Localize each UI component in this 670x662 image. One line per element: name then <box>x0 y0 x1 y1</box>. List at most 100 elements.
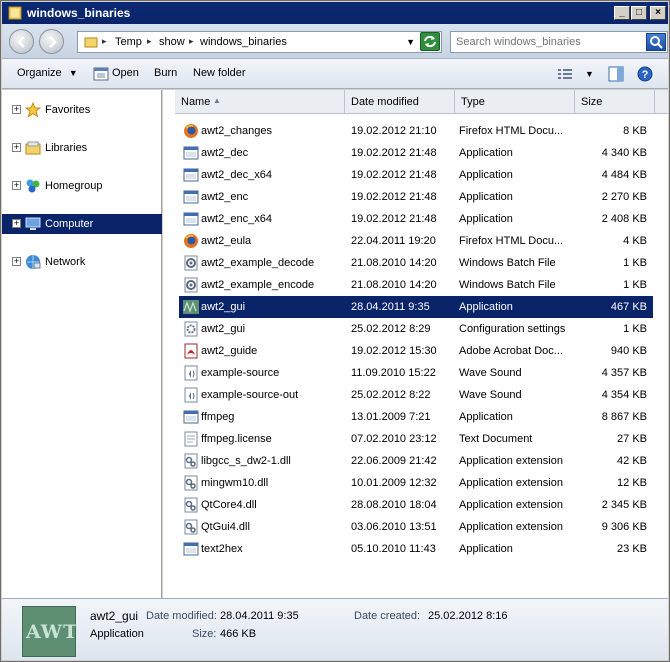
refresh-button[interactable] <box>420 32 440 51</box>
nav-item-libraries[interactable]: + Libraries <box>2 138 162 158</box>
view-options-icon[interactable] <box>557 68 573 80</box>
file-name: text2hex <box>201 543 243 555</box>
file-size: 940 KB <box>610 345 647 357</box>
file-row[interactable]: QtCore4.dll 28.08.2010 18:04 Application e… <box>179 494 653 516</box>
minimize-button[interactable]: _ <box>614 6 630 20</box>
file-row[interactable]: mingwm10.dll 10.01.2009 12:32 Application … <box>179 472 653 494</box>
breadcrumb-separator-icon[interactable]: ▸ <box>189 36 194 47</box>
breadcrumb-windows-binaries[interactable]: windows_binaries <box>200 36 287 48</box>
file-name: awt2_example_decode <box>201 257 315 269</box>
file-date-modified: 22.04.2011 19:20 <box>351 235 436 247</box>
details-file-type: Application <box>90 628 144 640</box>
details-date-modified: 28.04.2011 9:35 <box>220 610 299 622</box>
file-type: Application extension <box>459 499 563 511</box>
file-name: awt2_dec <box>201 147 249 159</box>
nav-item-favorites[interactable]: + Favorites <box>2 100 162 120</box>
open-button[interactable]: Open <box>112 67 139 79</box>
search-input[interactable] <box>454 34 640 50</box>
computer-icon <box>25 217 41 230</box>
file-type: Wave Sound <box>459 367 522 379</box>
breadcrumb-separator-icon[interactable]: ▸ <box>102 36 107 47</box>
file-row[interactable]: QtGui4.dll 03.06.2010 13:51 Application ex… <box>179 516 653 538</box>
file-name: ffmpeg.license <box>201 433 272 445</box>
homegroup-icon <box>26 179 40 193</box>
search-box[interactable] <box>450 31 668 53</box>
burn-button[interactable]: Burn <box>154 67 177 79</box>
file-type: Wave Sound <box>459 389 522 401</box>
close-button[interactable]: × <box>650 6 666 20</box>
file-list: Name ▲ Date modified Type Size awt2_chan… <box>163 90 668 598</box>
file-date-modified: 19.02.2012 21:48 <box>351 191 437 203</box>
dll-icon <box>183 475 199 491</box>
preview-pane-icon[interactable] <box>608 66 624 82</box>
file-row[interactable]: awt2_gui 28.04.2011 9:35 Application 467 KB <box>179 296 653 318</box>
expand-icon[interactable]: + <box>12 105 21 114</box>
new-folder-button[interactable]: New folder <box>193 67 246 79</box>
expand-icon[interactable]: + <box>12 257 21 266</box>
file-row[interactable]: awt2_gui 25.02.2012 8:29 Configuration set… <box>179 318 653 340</box>
file-type: Application extension <box>459 521 563 533</box>
file-row[interactable]: awt2_enc_x64 19.02.2012 21:48 Application 2… <box>179 208 653 230</box>
application-icon <box>183 409 199 425</box>
column-header-name[interactable]: Name ▲ <box>175 90 345 114</box>
nav-item-network[interactable]: + Network <box>2 252 162 272</box>
details-size: 466 KB <box>220 628 257 640</box>
file-row[interactable]: awt2_example_encode 21.08.2010 14:20 Windo… <box>179 274 653 296</box>
pdf-icon <box>183 343 199 359</box>
file-name: awt2_gui <box>201 301 246 313</box>
star-icon <box>25 102 41 118</box>
application-icon <box>183 211 199 227</box>
file-row[interactable]: example-source-out 25.02.2012 8:22 Wave So… <box>179 384 653 406</box>
file-row[interactable]: awt2_guide 19.02.2012 15:30 Adobe Acrobat … <box>179 340 653 362</box>
address-dropdown-icon[interactable]: ▼ <box>406 37 415 47</box>
file-row[interactable]: ffmpeg 13.01.2009 7:21 Application 8 867 KB <box>179 406 653 428</box>
details-file-name: awt2_gui <box>90 609 139 623</box>
file-row[interactable]: text2hex 05.10.2010 11:43 Application 23 KB <box>179 538 653 560</box>
application-icon <box>183 167 199 183</box>
organize-button[interactable]: Organize ▼ <box>17 67 78 79</box>
wave-sound-icon <box>183 365 199 381</box>
file-row[interactable]: libgcc_s_dw2-1.dll 22.06.2009 21:42 Applic… <box>179 450 653 472</box>
file-type: Application <box>459 147 513 159</box>
file-type: Adobe Acrobat Doc... <box>459 345 563 357</box>
title-bar[interactable]: windows_binaries _ □ × <box>2 2 668 24</box>
breadcrumb-show[interactable]: show <box>159 36 185 48</box>
file-row[interactable]: awt2_dec 19.02.2012 21:48 Application 4 340… <box>179 142 653 164</box>
file-name: awt2_gui <box>201 323 246 335</box>
navigation-pane: + Favorites + Libraries + Homegroup + Co… <box>2 90 162 598</box>
file-row[interactable]: ffmpeg.license 07.02.2010 23:12 Text Docum… <box>179 428 653 450</box>
breadcrumb-separator-icon[interactable]: ▸ <box>147 36 152 47</box>
config-settings-icon <box>183 321 199 337</box>
forward-button[interactable] <box>39 29 64 54</box>
file-name: example-source-out <box>201 389 299 401</box>
nav-item-computer[interactable]: + Computer <box>2 214 162 234</box>
nav-item-homegroup[interactable]: + Homegroup <box>2 176 162 196</box>
file-row[interactable]: awt2_changes 19.02.2012 21:10 Firefox HTML… <box>179 120 653 142</box>
column-header-type[interactable]: Type <box>455 90 575 114</box>
file-row[interactable]: example-source 11.09.2010 15:22 Wave Sound… <box>179 362 653 384</box>
expand-icon[interactable]: + <box>12 181 21 190</box>
file-size: 467 KB <box>610 301 647 313</box>
file-row[interactable]: awt2_eula 22.04.2011 19:20 Firefox HTML Do… <box>179 230 653 252</box>
view-dropdown-icon[interactable]: ▼ <box>585 69 594 79</box>
organize-label: Organize <box>17 67 62 79</box>
file-row[interactable]: awt2_dec_x64 19.02.2012 21:48 Application 4… <box>179 164 653 186</box>
file-date-modified: 19.02.2012 21:48 <box>351 169 437 181</box>
file-row[interactable]: awt2_example_decode 21.08.2010 14:20 Windo… <box>179 252 653 274</box>
address-bar[interactable]: ▸ Temp ▸ show ▸ windows_binaries ▼ <box>77 31 442 53</box>
details-date-created: 25.02.2012 8:16 <box>428 610 508 622</box>
file-type: Application <box>459 543 513 555</box>
expand-icon[interactable]: + <box>12 219 21 228</box>
back-button[interactable] <box>9 29 34 54</box>
file-type: Application <box>459 169 513 181</box>
breadcrumb-temp[interactable]: Temp <box>115 36 142 48</box>
file-row[interactable]: awt2_enc 19.02.2012 21:48 Application 2 270… <box>179 186 653 208</box>
column-header-date[interactable]: Date modified <box>345 90 455 114</box>
expand-icon[interactable]: + <box>12 143 21 152</box>
file-date-modified: 25.02.2012 8:29 <box>351 323 431 335</box>
help-icon[interactable]: ? <box>637 66 653 82</box>
maximize-button[interactable]: □ <box>631 6 647 20</box>
column-header-size[interactable]: Size <box>575 90 655 114</box>
search-button[interactable] <box>646 33 666 51</box>
file-name: awt2_enc_x64 <box>201 213 272 225</box>
